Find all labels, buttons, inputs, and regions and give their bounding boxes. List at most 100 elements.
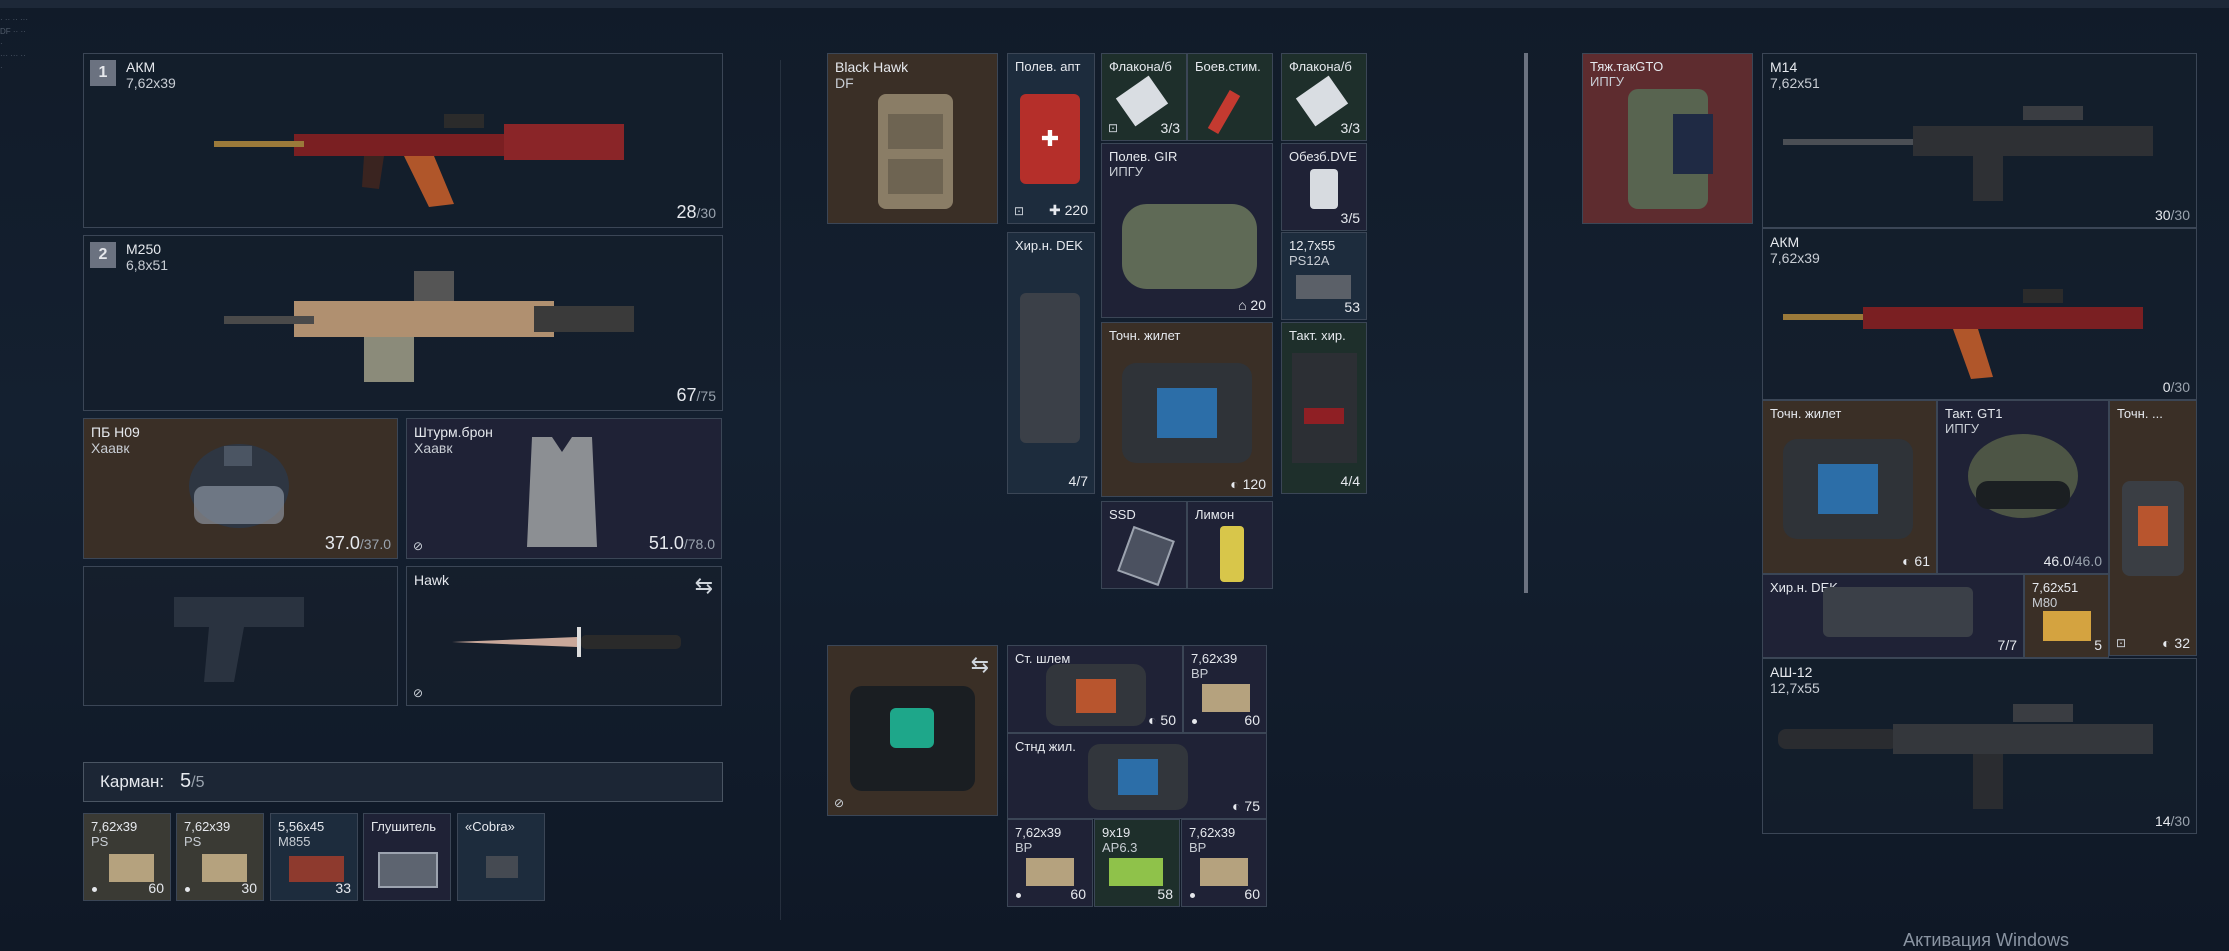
item-qty: ◐ 75 [1232,798,1260,814]
drink-can-icon [1220,526,1244,582]
item-label: 12,7х55 PS12A [1289,238,1336,268]
ammo-box-icon [1200,858,1248,886]
swap-icon[interactable]: ⇆ [971,652,989,678]
surgical-kit-slot[interactable]: Хир.н. DEK 4/7 [1007,232,1095,494]
ammo-count: 14/30 [2154,813,2190,829]
item-qty: 3/3 [1160,120,1180,136]
ammo-count: 67/75 [676,385,717,405]
no-insure-icon: ⊘ [834,796,845,810]
vest-slot[interactable]: Точн. жилет ◐ 120 [1101,322,1273,497]
secure-container-slot[interactable]: ⇆ ⊘ [827,645,998,816]
flask-slot-1[interactable]: Флакона/б ⊡ 3/3 [1101,53,1187,141]
lemon-slot[interactable]: Лимон [1187,501,1273,589]
pocket-item-5[interactable]: «Cobra» [457,813,545,901]
armor-slot[interactable]: Штурм.брон Хаавк ⊘ 51.0/78.0 [406,418,722,559]
pocket-item-4[interactable]: Глушитель [363,813,451,901]
item-label: Полев. апт [1015,59,1081,74]
scrollbar[interactable] [1524,53,1528,593]
container-vest-slot[interactable]: Стнд жил. ◐ 75 [1007,733,1267,819]
background-overlay-text: · ·· ·· ··· DF ·· ·· · ··· ··· ·· · [0,15,28,72]
item-qty: 60 [1070,886,1086,902]
loot-vest-slot[interactable]: Точн. жилет ◐ 61 [1762,400,1937,574]
weapon-slot-1[interactable]: 1 АКМ 7,62х39 28/30 [83,53,723,228]
loot-ash12-slot[interactable]: АШ-12 12,7х55 14/30 [1762,658,2197,834]
loot-tochn-slot[interactable]: Точн. ... ⊡ ◐ 32 [2109,400,2197,656]
stim-slot[interactable]: Боев.стим. [1187,53,1273,141]
pocket-header: Карман: 5/5 [83,762,723,802]
item-label: Такт. хир. [1289,328,1346,343]
ammo-box-icon [2043,611,2091,641]
medkit-slot[interactable]: Полев. апт ✚ ⊡ ✚ 220 [1007,53,1095,224]
ammo-127-slot[interactable]: 12,7х55 PS12A 53 [1281,232,1367,320]
pouch-icon [2122,481,2184,576]
weapon-slot-2[interactable]: 2 M250 6,8х51 67/75 [83,235,723,411]
item-label: Обезб.DVE [1289,149,1357,164]
flask-slot-2[interactable]: Флакона/б 3/3 [1281,53,1367,141]
item-qty: 4/4 [1340,473,1360,489]
armor-label: Штурм.брон Хаавк [414,424,493,456]
item-qty: 60 [1244,886,1260,902]
ssd-slot[interactable]: SSD [1101,501,1187,589]
insure-icon: ⊡ [1108,121,1119,135]
duffel-bag-icon [1122,204,1257,289]
flask-icon [1295,75,1349,127]
item-qty: 33 [335,880,351,896]
helmet-slot[interactable]: ПБ Н09 Хаавк 37.0/37.0 [83,418,398,559]
item-label: «Cobra» [465,819,515,834]
tactical-kit-slot[interactable]: Такт. хир. 4/4 [1281,322,1367,494]
item-qty: ◐ 61 [1902,553,1930,569]
swap-icon[interactable]: ⇆ [695,573,713,599]
pocket-item-2[interactable]: 7,62х39 PS 30 [176,813,264,901]
ammo-box-icon [1202,684,1250,712]
pocket-item-1[interactable]: 7,62х39 PS 60 [83,813,171,901]
tactical-helmet-icon [1968,434,2078,518]
pocket-item-3[interactable]: 5,56х45 M855 33 [270,813,358,901]
container-case-icon [850,686,975,791]
item-label: 7,62х51 M80 [2032,580,2079,610]
body-armor-icon [527,437,597,547]
item-qty: 53 [1344,299,1360,315]
dot-icon [1190,893,1195,898]
container-helmet-slot[interactable]: Ст. шлем ◐ 50 [1007,645,1183,733]
item-qty: ✚ 220 [1049,202,1088,218]
item-qty: ◐ 32 [2162,635,2190,651]
pistol-slot-empty[interactable] [83,566,398,706]
m14-rifle-icon [1783,106,2153,201]
stim-injector-icon [1207,89,1241,135]
bag-icon [1088,744,1188,810]
loot-akm-slot[interactable]: АКМ 7,62х39 0/30 [1762,228,2197,400]
item-label: Глушитель [371,819,437,834]
backpack-slot[interactable]: Black Hawk DF [827,53,998,224]
item-qty: 60 [148,880,164,896]
item-label: Точн. жилет [1109,328,1181,343]
ammo-box-icon [289,856,344,882]
slot-number-badge: 1 [90,60,116,86]
backpack-icon [1628,89,1713,209]
loot-backpack-slot[interactable]: Тяж.такGTO ИПГУ [1582,53,1753,224]
loot-ammo-slot[interactable]: 7,62х51 M80 5 [2024,574,2109,658]
gir-slot[interactable]: Полев. GIR ИПГУ ⌂ 20 [1101,143,1273,318]
bag-icon [1783,439,1913,539]
ammo-box-icon [1296,275,1351,299]
ammo-count: 28/30 [676,202,717,222]
container-ammo-4[interactable]: 7,62х39 BP 60 [1181,819,1267,907]
painkiller-slot[interactable]: Обезб.DVE 3/5 [1281,143,1367,231]
ammo-box-icon [202,854,247,882]
container-ammo-1[interactable]: 7,62х39 BP 60 [1183,645,1267,733]
item-label: Полев. GIR ИПГУ [1109,149,1178,179]
item-label: 7,62х39 PS [91,819,138,849]
loot-m14-slot[interactable]: M14 7,62х51 30/30 [1762,53,2197,228]
ammo-box-icon [1109,858,1163,886]
bag-icon [1046,664,1146,726]
loot-surgical-slot[interactable]: Хир.н. DEK 7/7 [1762,574,2024,658]
durability: 37.0/37.0 [324,533,391,553]
container-ammo-3[interactable]: 9х19 AP6.3 58 [1094,819,1180,907]
loot-helmet-slot[interactable]: Такт. GT1 ИПГУ 46.0/46.0 [1937,400,2109,574]
knife-slot[interactable]: Hawk ⇆ ⊘ [406,566,722,706]
item-label: Лимон [1195,507,1235,522]
no-insure-icon: ⊘ [413,539,424,553]
container-ammo-2[interactable]: 7,62х39 BP 60 [1007,819,1093,907]
first-aid-pouch-icon [1292,353,1357,463]
item-label: Стнд жил. [1015,739,1076,754]
knife-label: Hawk [414,572,450,588]
